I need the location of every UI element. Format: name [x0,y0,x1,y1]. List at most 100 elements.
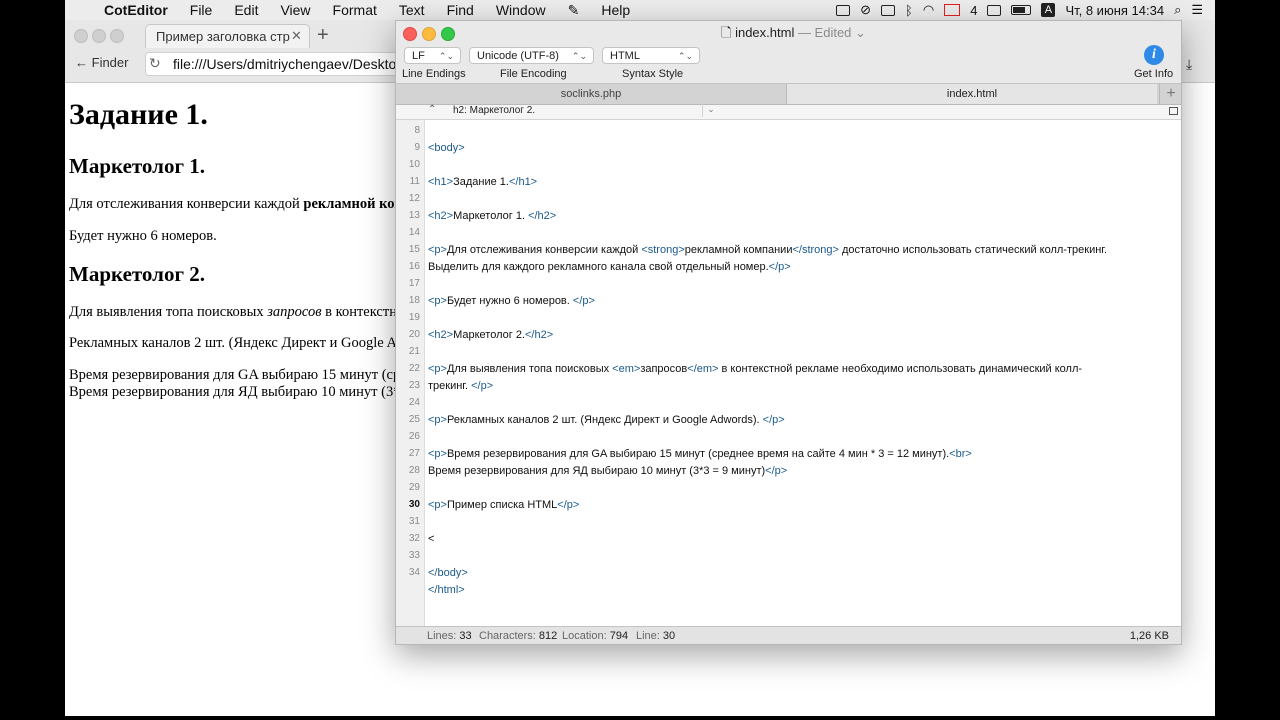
line-number: 16 [408,261,420,272]
menu-format[interactable]: Format [322,2,388,18]
line-number: 26 [408,431,420,442]
menu-find[interactable]: Find [436,2,485,18]
line-number: 21 [408,346,420,357]
line-number: 19 [408,312,420,323]
line-number: 31 [408,516,420,527]
status-file-size: 1,26 KB [1129,630,1169,642]
browser-zoom-button[interactable] [110,29,124,43]
get-info-label[interactable]: Get Info [1134,68,1173,80]
page-heading-marketer-2: Маркетолог 2. [69,262,205,286]
new-tab-icon[interactable]: + [317,22,329,48]
code-line: <h2>Маркетолог 2.</h2> [428,329,554,341]
bluetooth-icon[interactable]: ᛒ [905,3,913,18]
outline-section[interactable]: h2: Маркетолог 2. [453,105,535,116]
editor-toolbar: LF ⌃⌄ Unicode (UTF-8) ⌃⌄ HTML ⌃⌄ Line Endin… [396,45,1181,84]
status-line: Line: 30 [636,630,676,642]
code-line: <p>Пример списка HTML</p> [428,499,580,511]
line-number: 8 [414,125,420,136]
encoding-popup[interactable]: Unicode (UTF-8) ⌃⌄ [469,47,594,64]
status-lines: Lines: 33 [427,630,472,642]
page-heading-1: Задание 1. [69,98,208,131]
mail-icon[interactable] [944,4,961,16]
navigation-bar: ⌃ h2: Маркетолог 2. ⌄ [396,104,1181,120]
line-endings-popup[interactable]: LF ⌃⌄ [404,47,461,64]
display-icon[interactable] [881,4,896,16]
paragraph-3-rest: в контекстн [321,304,397,320]
tab-soclinks[interactable]: soclinks.php [396,84,787,104]
encoding-label: File Encoding [500,68,567,80]
code-line: <body> [428,142,465,154]
editor-title: 🗋 index.html — Edited ⌄ [721,24,866,46]
script-menu-icon[interactable]: ✎ [557,2,591,19]
minimize-button[interactable] [422,27,436,41]
line-number: 29 [408,482,420,493]
url-text[interactable]: file:///Users/dmitriychengaev/Desktop [173,56,398,72]
spotlight-icon[interactable]: ⌕ [1174,2,1181,18]
page-paragraph-5-line-1: Время резервирования для GA выбираю 15 м… [69,367,401,383]
code-line: </body> [428,567,468,579]
zoom-button[interactable] [441,27,455,41]
split-view-icon[interactable] [1169,107,1178,115]
chevron-up-icon[interactable]: ⌃ [428,104,436,115]
page-paragraph-3: Для выявления топа поисковых запросов в … [69,304,397,321]
syntax-popup[interactable]: HTML ⌃⌄ [602,47,700,64]
notification-center-icon[interactable]: ☰ [1191,2,1203,18]
syntax-label: Syntax Style [622,68,684,80]
line-number: 9 [414,142,420,153]
editor-status-bar: Lines: 33 Characters: 812 Location: 794 … [396,626,1181,644]
download-icon[interactable]: ⤓ [1186,56,1192,73]
menu-help[interactable]: Help [590,2,641,18]
page-heading-marketer-1: Маркетолог 1. [69,154,205,178]
airplay-icon[interactable] [987,4,1002,16]
code-line: <h2>Маркетолог 1. </h2> [428,210,557,222]
browser-tab[interactable]: Пример заголовка стр [145,24,310,48]
line-number: 10 [408,159,420,170]
menu-app-name[interactable]: CotEditor [93,2,179,18]
back-button[interactable]: ← Finder [75,55,128,70]
clock[interactable]: Чт, 8 июня 14:34 [1065,3,1164,18]
line-number: 23 [408,380,420,391]
battery-icon[interactable] [1011,5,1032,15]
line-endings-value: LF [412,50,425,62]
line-number: 20 [408,329,420,340]
reload-icon[interactable]: ↻ [149,55,161,72]
link-icon[interactable]: ⊘ [860,2,871,18]
code-line: трекинг. </p> [428,380,494,392]
code-area[interactable]: <body> <h1>Задание 1.</h1> <h2>Маркетоло… [428,120,1178,626]
document-icon: 🗋 [721,25,732,40]
menu-window[interactable]: Window [485,2,557,18]
menu-view[interactable]: View [269,2,321,18]
line-number: 24 [408,397,420,408]
popup-chevron-icon: ⌃⌄ [677,51,693,61]
line-number: 11 [409,176,420,187]
input-source-icon[interactable]: A [1041,3,1056,17]
page-paragraph-2: Будет нужно 6 номеров. [69,228,217,244]
menu-edit[interactable]: Edit [223,2,269,18]
page-paragraph-1: Для отслеживания конверсии каждой реклам… [69,196,404,213]
status-characters: Characters: 812 [479,630,558,642]
line-number: 14 [408,227,420,238]
line-number: 33 [408,550,420,561]
menu-file[interactable]: File [179,2,224,18]
tab-close-icon[interactable]: ✕ [291,24,302,48]
line-number: 30 [408,499,420,510]
title-chevron-icon[interactable]: ⌄ [851,25,866,40]
line-number: 22 [408,363,420,374]
wifi-icon[interactable]: ◠ [923,2,934,18]
chevron-down-icon[interactable]: ⌄ [702,104,719,117]
browser-minimize-button[interactable] [92,29,106,43]
menu-text[interactable]: Text [388,2,436,18]
tab-index[interactable]: index.html [787,84,1157,104]
close-button[interactable] [403,27,417,41]
line-number: 28 [408,465,420,476]
paragraph-3-em: запросов [267,304,322,320]
screen-icon[interactable] [836,4,851,16]
add-tab-icon[interactable]: + [1159,84,1181,104]
editor-tabbar: soclinks.php index.html + [396,84,1181,105]
browser-close-button[interactable] [74,29,88,43]
menu-bar: CotEditor File Edit View Format Text Fin… [65,0,1215,21]
encoding-value: Unicode (UTF-8) [477,50,559,62]
popup-chevron-icon: ⌃⌄ [438,51,454,61]
status-location: Location: 794 [562,630,629,642]
info-icon[interactable]: i [1144,45,1164,65]
